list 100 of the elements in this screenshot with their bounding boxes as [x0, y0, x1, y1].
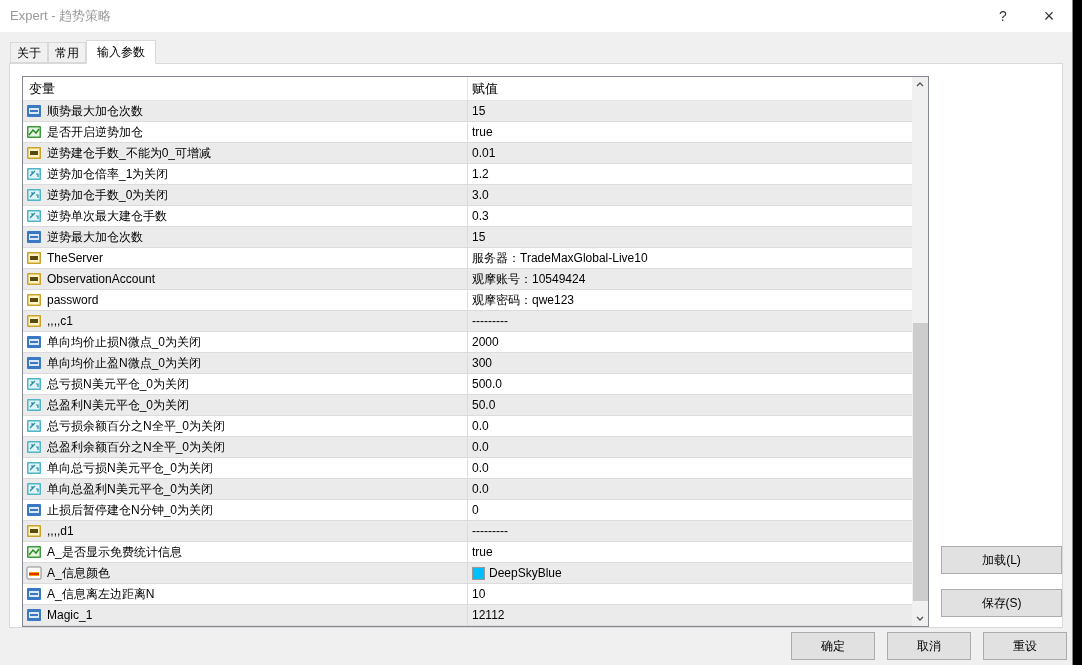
variable-value: 观摩密码：qwe123 — [472, 292, 575, 309]
variable-value: 12112 — [472, 607, 505, 624]
variable-value: DeepSkyBlue — [489, 565, 562, 582]
table-row[interactable]: 单向均价止损N微点_0为关闭 2000 — [23, 332, 912, 353]
variable-name: 是否开启逆势加仓 — [47, 124, 143, 141]
integer-icon — [26, 608, 42, 622]
table-row[interactable]: 止损后暂停建仓N分钟_0为关闭 0 — [23, 500, 912, 521]
variable-name: 止损后暂停建仓N分钟_0为关闭 — [47, 502, 213, 519]
variable-value: 观摩账号：10549424 — [472, 271, 586, 288]
table-row[interactable]: 逆势单次最大建仓手数 0.3 — [23, 206, 912, 227]
text-icon — [26, 146, 42, 160]
variable-name: 单向均价止盈N微点_0为关闭 — [47, 355, 201, 372]
variable-value: 0 — [472, 502, 479, 519]
tab[interactable]: 常用 — [48, 42, 86, 63]
table-row[interactable]: A_信息离左边距离N 10 — [23, 584, 912, 605]
table-row[interactable]: 总亏损N美元平仓_0为关闭 500.0 — [23, 374, 912, 395]
variable-name: TheServer — [47, 250, 104, 267]
variable-value: 15 — [472, 229, 486, 246]
variable-value: 500.0 — [472, 376, 503, 393]
variable-value: 3.0 — [472, 187, 489, 204]
variable-name: ,,,,c1 — [47, 313, 73, 330]
table-row[interactable]: 总亏损余额百分之N全平_0为关闭 0.0 — [23, 416, 912, 437]
column-header[interactable]: 赋值 — [468, 77, 912, 100]
scrollbar-thumb[interactable] — [912, 323, 928, 601]
variable-value: 1.2 — [472, 166, 489, 183]
variable-value: 0.0 — [472, 418, 489, 435]
color-icon — [26, 566, 42, 580]
variable-name: 顺势最大加仓次数 — [47, 103, 143, 120]
table-row[interactable]: A_是否显示免费统计信息 true — [23, 542, 912, 563]
table-row[interactable]: ,,,,d1 --------- — [23, 521, 912, 542]
table-row[interactable]: 逆势最大加仓次数 15 — [23, 227, 912, 248]
integer-icon — [26, 230, 42, 244]
variable-value: true — [472, 544, 493, 561]
table-row[interactable]: 单向均价止盈N微点_0为关闭 300 — [23, 353, 912, 374]
load-button[interactable]: 加载(L) — [941, 546, 1062, 574]
variable-name: 逆势加仓手数_0为关闭 — [47, 187, 169, 204]
variable-name: ObservationAccount — [47, 271, 156, 288]
table-row[interactable]: 顺势最大加仓次数 15 — [23, 101, 912, 122]
variable-value: 0.01 — [472, 145, 496, 162]
variable-value: --------- — [472, 313, 508, 330]
integer-icon — [26, 356, 42, 370]
text-icon — [26, 272, 42, 286]
save-button[interactable]: 保存(S) — [941, 589, 1062, 617]
close-button[interactable]: × — [1026, 0, 1072, 32]
text-icon — [26, 293, 42, 307]
tab[interactable]: 输入参数 — [86, 40, 156, 64]
fraction-icon — [26, 377, 42, 391]
table-row[interactable]: ObservationAccount 观摩账号：10549424 — [23, 269, 912, 290]
scrollbar[interactable] — [912, 77, 928, 626]
fraction-icon — [26, 440, 42, 454]
tab[interactable]: 关于 — [10, 42, 48, 63]
table-row[interactable]: Magic_1 12112 — [23, 605, 912, 626]
table-row[interactable]: 逆势加仓手数_0为关闭 3.0 — [23, 185, 912, 206]
table-row[interactable]: A_信息颜色 DeepSkyBlue — [23, 563, 912, 584]
fraction-icon — [26, 482, 42, 496]
variable-value: 0.3 — [472, 208, 489, 225]
variable-name: 总盈利N美元平仓_0为关闭 — [47, 397, 189, 414]
text-icon — [26, 314, 42, 328]
variable-value: 服务器：TradeMaxGlobal-Live10 — [472, 250, 648, 267]
variable-value: true — [472, 124, 493, 141]
fraction-icon — [26, 461, 42, 475]
variable-value: 0.0 — [472, 439, 489, 456]
chart-line-icon — [26, 125, 42, 139]
chart-line-icon — [26, 545, 42, 559]
text-icon — [26, 251, 42, 265]
integer-icon — [26, 335, 42, 349]
table-row[interactable]: TheServer 服务器：TradeMaxGlobal-Live10 — [23, 248, 912, 269]
ok-button[interactable]: 确定 — [791, 632, 875, 660]
integer-icon — [26, 503, 42, 517]
variable-name: password — [47, 292, 99, 309]
variable-value: 10 — [472, 586, 486, 603]
variable-value: 2000 — [472, 334, 499, 351]
variable-name: 单向均价止损N微点_0为关闭 — [47, 334, 201, 351]
table-row[interactable]: 单向总亏损N美元平仓_0为关闭 0.0 — [23, 458, 912, 479]
variable-name: Magic_1 — [47, 607, 93, 624]
help-button[interactable]: ? — [980, 0, 1026, 32]
variable-value: 300 — [472, 355, 493, 372]
variable-name: 逆势单次最大建仓手数 — [47, 208, 167, 225]
variable-value: 0.0 — [472, 460, 489, 477]
fraction-icon — [26, 419, 42, 433]
table-row[interactable]: 逆势加仓倍率_1为关闭 1.2 — [23, 164, 912, 185]
variable-name: 逆势加仓倍率_1为关闭 — [47, 166, 169, 183]
variable-value: 50.0 — [472, 397, 496, 414]
window-title: Expert - 趋势策略 — [10, 7, 113, 26]
table-row[interactable]: 总盈利N美元平仓_0为关闭 50.0 — [23, 395, 912, 416]
fraction-icon — [26, 167, 42, 181]
variable-name: 单向总盈利N美元平仓_0为关闭 — [47, 481, 213, 498]
column-header[interactable]: 变量 — [23, 77, 468, 100]
table-row[interactable]: password 观摩密码：qwe123 — [23, 290, 912, 311]
table-row[interactable]: 逆势建仓手数_不能为0_可增减 0.01 — [23, 143, 912, 164]
cancel-button[interactable]: 取消 — [887, 632, 971, 660]
reset-button[interactable]: 重设 — [983, 632, 1067, 660]
table-row[interactable]: 总盈利余额百分之N全平_0为关闭 0.0 — [23, 437, 912, 458]
variable-name: A_是否显示免费统计信息 — [47, 544, 182, 561]
variable-value: 15 — [472, 103, 486, 120]
variable-name: ,,,,d1 — [47, 523, 74, 540]
table-row[interactable]: 单向总盈利N美元平仓_0为关闭 0.0 — [23, 479, 912, 500]
variable-name: 总亏损余额百分之N全平_0为关闭 — [47, 418, 225, 435]
table-row[interactable]: ,,,,c1 --------- — [23, 311, 912, 332]
table-row[interactable]: 是否开启逆势加仓 true — [23, 122, 912, 143]
